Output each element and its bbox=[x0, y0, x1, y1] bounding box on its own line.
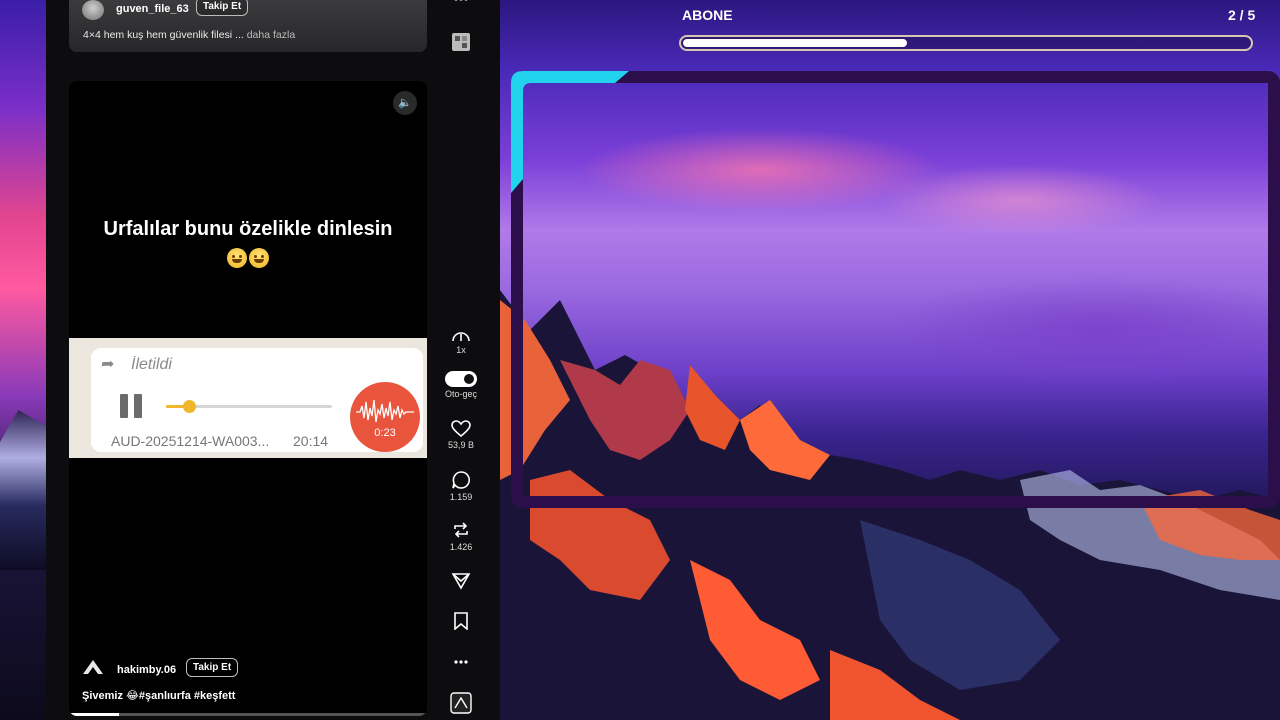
heart-icon bbox=[451, 420, 471, 438]
overlay-progress-fill bbox=[683, 39, 907, 47]
voice-progress-knob bbox=[183, 400, 197, 413]
voice-duration: 0:23 bbox=[374, 427, 396, 439]
autoplay-toggle[interactable]: Oto-geç bbox=[436, 371, 486, 399]
post-caption: Şivemiz 😂#şanlıurfa #keşfett bbox=[82, 690, 236, 702]
waveform-icon bbox=[356, 399, 414, 423]
video-title-text: Urfalılar bunu özelikle dinlesin bbox=[103, 218, 393, 240]
wallpaper-left bbox=[0, 0, 46, 720]
video-progress-fill bbox=[69, 713, 120, 716]
previous-post-caption: 4×4 hem kuş hem güvenlik filesi ... daha… bbox=[83, 29, 295, 41]
video-overlay-text: Urfalılar bunu özelikle dinlesin bbox=[69, 215, 427, 271]
toggle-switch[interactable] bbox=[445, 371, 477, 387]
post-username[interactable]: hakimby.06 bbox=[117, 664, 176, 676]
frame-accent bbox=[511, 71, 629, 193]
grin-emoji-icon bbox=[227, 247, 247, 268]
more-options-button[interactable] bbox=[436, 655, 486, 669]
speed-icon bbox=[452, 332, 470, 342]
bookmark-icon bbox=[454, 612, 468, 630]
avatar[interactable] bbox=[81, 658, 105, 676]
follow-button[interactable]: Takip Et bbox=[186, 658, 239, 677]
reposts-count: 1.426 bbox=[449, 542, 473, 552]
speed-label: 1x bbox=[456, 345, 466, 355]
repost-icon bbox=[454, 522, 468, 538]
comment-icon bbox=[452, 471, 470, 489]
more-top-icon[interactable] bbox=[436, 0, 486, 6]
action-column: 1x Oto-geç 53,9 B 1.159 1.426 bbox=[436, 0, 486, 720]
overlay-counter: 2 / 5 bbox=[1228, 7, 1256, 23]
grin-emoji-icon bbox=[249, 247, 269, 268]
speed-button[interactable]: 1x bbox=[436, 327, 486, 355]
save-button[interactable] bbox=[436, 612, 486, 630]
music-thumbnail-icon bbox=[450, 692, 472, 714]
overlay-progress-bar bbox=[679, 35, 1253, 51]
pause-icon bbox=[120, 394, 142, 418]
send-icon bbox=[451, 573, 471, 590]
comment-button[interactable]: 1.159 bbox=[436, 470, 486, 502]
volume-icon[interactable]: 🔈 bbox=[393, 91, 417, 115]
more-icon bbox=[454, 660, 468, 664]
voice-progress-track bbox=[166, 400, 332, 413]
voice-message-screenshot: ➦ İletildi AUD-20251214-WA003... 20:14 0… bbox=[69, 338, 427, 458]
previous-post-username[interactable]: guven_file_63 bbox=[116, 3, 189, 15]
likes-count: 53,9 B bbox=[447, 440, 475, 450]
like-button[interactable]: 53,9 B bbox=[436, 420, 486, 450]
more-link[interactable]: daha fazla bbox=[247, 29, 295, 41]
audio-thumbnail[interactable] bbox=[436, 692, 486, 714]
gallery-icon[interactable] bbox=[436, 31, 486, 53]
voice-message-bubble: ➦ İletildi AUD-20251214-WA003... 20:14 0… bbox=[91, 348, 423, 452]
follow-button[interactable]: Takip Et bbox=[196, 0, 249, 16]
video-progress-bar[interactable] bbox=[69, 713, 427, 716]
audio-file-name: AUD-20251214-WA003... bbox=[111, 433, 270, 449]
comments-count: 1.159 bbox=[449, 492, 473, 502]
forward-icon: ➦ bbox=[101, 356, 115, 373]
forwarded-label: İletildi bbox=[131, 356, 172, 373]
video-player[interactable]: 🔈 Urfalılar bunu özelikle dinlesin ➦ İle… bbox=[69, 81, 427, 716]
avatar[interactable] bbox=[82, 0, 104, 20]
share-button[interactable] bbox=[436, 571, 486, 591]
repost-button[interactable]: 1.426 bbox=[436, 520, 486, 552]
voice-avatar: 0:23 bbox=[350, 382, 420, 452]
previous-post-card[interactable]: guven_file_63 Takip Et 4×4 hem kuş hem g… bbox=[69, 0, 427, 52]
autoplay-label: Oto-geç bbox=[444, 389, 477, 399]
message-time: 20:14 bbox=[293, 433, 329, 449]
overlay-title: ABONE bbox=[682, 7, 733, 23]
caption-text: 4×4 hem kuş hem güvenlik filesi ... bbox=[83, 29, 244, 41]
